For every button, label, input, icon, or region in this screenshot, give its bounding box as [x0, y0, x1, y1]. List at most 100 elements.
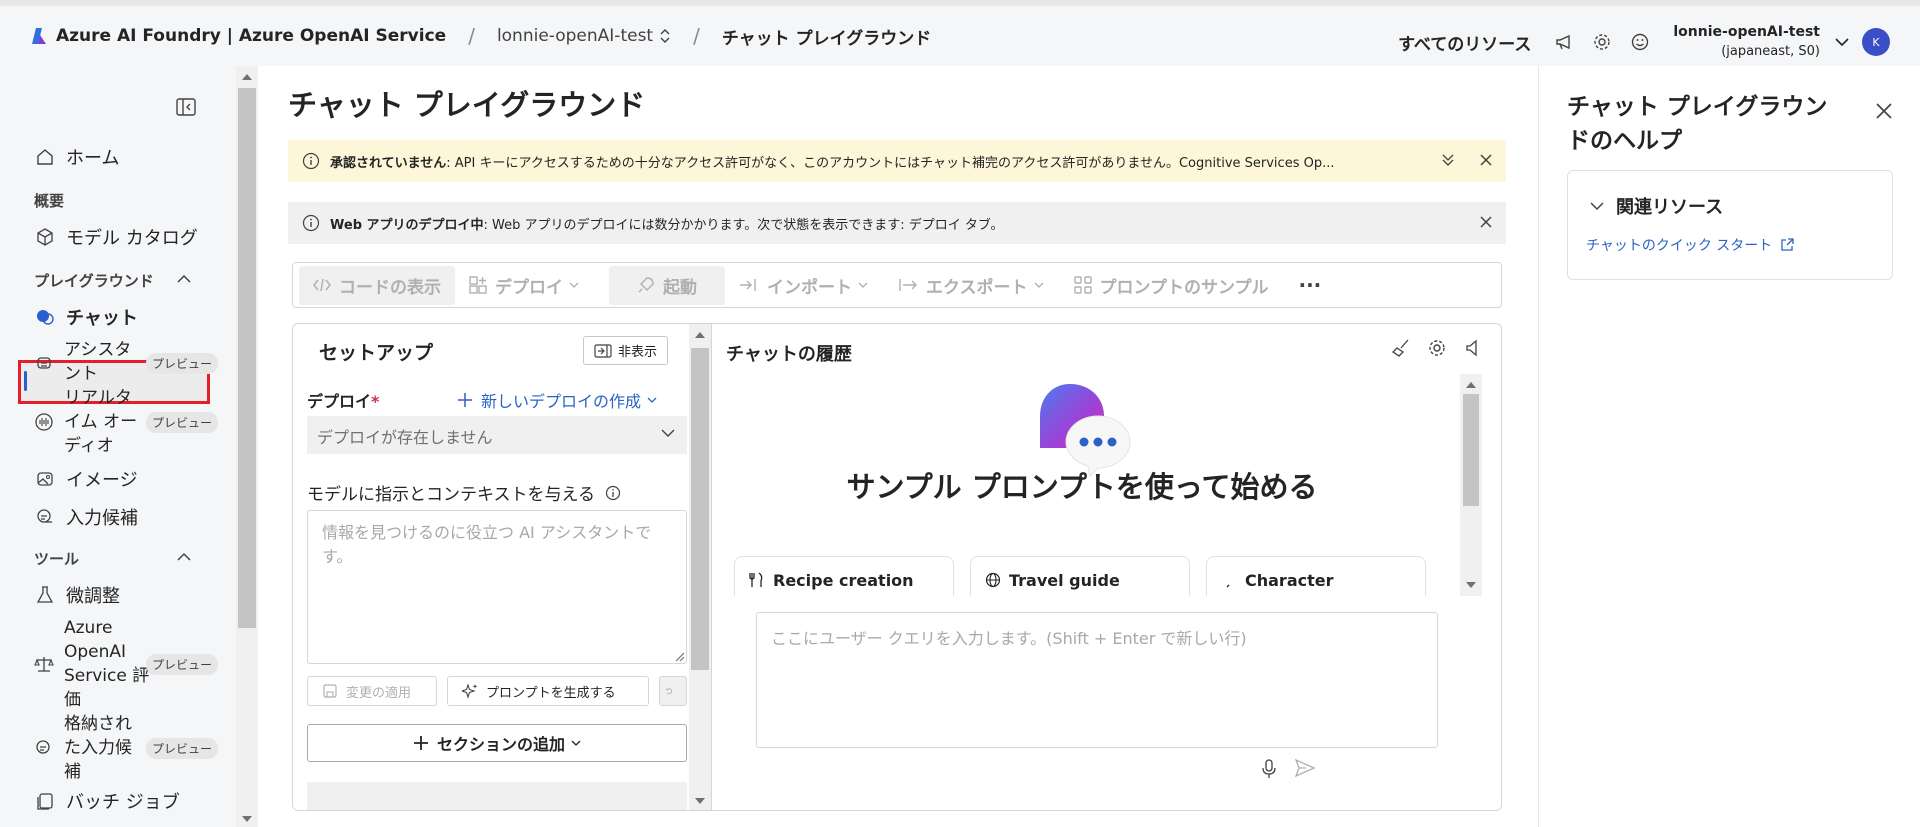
cube-icon: [34, 226, 56, 248]
all-resources-link[interactable]: すべてのリソース: [1398, 30, 1531, 55]
add-section-button[interactable]: セクションの追加: [307, 724, 687, 762]
reset-button[interactable]: [659, 676, 687, 706]
preview-badge: プレビュー: [146, 353, 219, 374]
chat-scrollbar-thumb[interactable]: [1463, 394, 1479, 506]
scroll-down-arrow-icon[interactable]: [241, 814, 253, 824]
sidebar-item-home[interactable]: ホーム: [34, 144, 119, 170]
apply-changes-button[interactable]: 変更の適用: [307, 676, 437, 706]
deployment-select[interactable]: デプロイが存在しません: [307, 416, 687, 454]
brand-title: Azure AI Foundry | Azure OpenAI Service: [56, 26, 447, 46]
launch-button[interactable]: 起動: [609, 265, 725, 305]
sidebar: ホーム 概要 モデル カタログ プレイグラウンド チャット アシスタ ント プレ…: [0, 66, 236, 827]
chevron-up-icon[interactable]: [176, 272, 192, 286]
hide-label: 非表示: [618, 345, 658, 360]
save-icon: [323, 684, 337, 698]
info-icon[interactable]: [605, 485, 621, 501]
sidebar-item-finetune[interactable]: 微調整: [34, 582, 120, 608]
related-resources-toggle[interactable]: 関連リソース: [1590, 193, 1723, 219]
sidebar-item-image[interactable]: イメージ: [34, 466, 138, 492]
speaker-icon[interactable]: [1463, 338, 1483, 362]
breadcrumb-separator: /: [693, 24, 700, 48]
sidebar-item-label: バッチ ジョブ: [66, 792, 180, 813]
batch-icon: [34, 790, 56, 812]
chevron-down-icon[interactable]: [1834, 34, 1850, 50]
system-message-input[interactable]: 情報を見つけるのに役立つ AI アシスタントです。: [307, 510, 687, 664]
create-deployment-link[interactable]: 新しいデプロイの作成: [457, 388, 657, 412]
rocket-icon: [638, 277, 654, 293]
sample-card-character[interactable]: Character: [1206, 556, 1426, 596]
collapse-sidebar-icon[interactable]: [176, 98, 196, 116]
sample-card-label: Character: [1245, 571, 1334, 590]
chat-pane: チャットの履歴 サンプル プロンプトを使って始める Recipe creatio…: [712, 323, 1502, 811]
sidebar-item-batch-jobs[interactable]: バッチ ジョブ: [34, 788, 180, 814]
chevron-down-icon: [569, 282, 579, 288]
sidebar-item-stored-completions[interactable]: 格納され た入力候 補: [64, 712, 132, 784]
sidebar-scrollbar-thumb[interactable]: [238, 88, 256, 628]
external-link-icon: [1781, 238, 1794, 251]
prompt-samples-button[interactable]: プロンプトのサンプル: [1073, 273, 1268, 298]
fork-knife-icon: [749, 572, 763, 587]
info-icon: [302, 214, 320, 232]
up-down-chevron-icon: [660, 29, 670, 43]
page-title: チャット プレイグラウンド: [288, 88, 646, 122]
scroll-up-arrow-icon[interactable]: [241, 72, 253, 82]
export-button[interactable]: エクスポート: [898, 273, 1044, 298]
setup-section-collapsed[interactable]: [307, 782, 687, 810]
stored-completions-icon: [36, 740, 50, 754]
scroll-down-arrow-icon[interactable]: [694, 796, 706, 806]
sidebar-section-tools[interactable]: ツール: [34, 548, 79, 569]
chat-quickstart-label: チャットのクイック スタート: [1586, 238, 1773, 254]
scroll-down-arrow-icon[interactable]: [1465, 580, 1477, 590]
sidebar-item-chat[interactable]: チャット: [34, 304, 138, 330]
close-icon[interactable]: [1478, 214, 1494, 230]
import-button[interactable]: インポート: [739, 273, 868, 298]
code-icon: [313, 278, 331, 292]
generate-prompt-button[interactable]: プロンプトを生成する: [447, 676, 649, 706]
sidebar-section-playground[interactable]: プレイグラウンド: [34, 270, 154, 291]
account-info[interactable]: lonnie-openAI-test (japaneast, S0): [1673, 23, 1820, 61]
send-icon[interactable]: [1294, 758, 1316, 778]
info-banner: Web アプリのデプロイ中: Web アプリのデプロイには数分かかります。次で状…: [288, 202, 1506, 244]
setup-scrollbar-thumb[interactable]: [691, 348, 709, 670]
more-options-button[interactable]: ···: [1298, 273, 1321, 297]
user-query-input[interactable]: ここにユーザー クエリを入力します。(Shift + Enter で新しい行): [756, 612, 1438, 748]
feedback-smiley-icon[interactable]: [1629, 31, 1651, 53]
announcement-icon[interactable]: [1553, 31, 1575, 53]
hide-button[interactable]: 非表示: [583, 336, 669, 365]
resize-handle-icon[interactable]: [673, 650, 685, 662]
avatar[interactable]: K: [1862, 28, 1890, 56]
deployment-label: デプロイ*: [307, 392, 380, 411]
brand[interactable]: Azure AI Foundry | Azure OpenAI Service: [30, 26, 446, 46]
sample-card-travel[interactable]: Travel guide: [970, 556, 1190, 596]
chevron-down-icon: [647, 397, 657, 403]
undo-icon: [665, 688, 672, 695]
preview-badge: プレビュー: [146, 654, 219, 675]
flask-icon: [34, 584, 56, 606]
scroll-up-arrow-icon[interactable]: [694, 330, 706, 340]
expand-double-chevron-icon[interactable]: [1440, 152, 1456, 168]
close-icon[interactable]: [1478, 152, 1494, 168]
account-region: (japaneast, S0): [1721, 44, 1820, 59]
scroll-up-arrow-icon[interactable]: [1465, 380, 1477, 390]
close-icon[interactable]: [1875, 102, 1893, 120]
microphone-icon[interactable]: [1260, 758, 1278, 780]
sidebar-item-completions[interactable]: 入力候補: [34, 504, 138, 530]
view-code-button[interactable]: コードの表示: [299, 265, 455, 305]
sidebar-item-label: チャット: [66, 308, 138, 329]
resource-switcher[interactable]: lonnie-openAI-test: [497, 26, 671, 46]
sidebar-item-evaluation[interactable]: Azure OpenAI Service 評 価: [64, 616, 149, 712]
grid-plus-icon: [469, 276, 487, 294]
empty-state-headline: サンプル プロンプトを使って始める: [846, 470, 1318, 504]
breadcrumb-separator: /: [468, 24, 475, 48]
settings-gear-icon[interactable]: [1591, 31, 1613, 53]
sidebar-item-model-catalog[interactable]: モデル カタログ: [34, 224, 198, 250]
chat-quickstart-link[interactable]: チャットのクイック スタート: [1586, 235, 1794, 255]
sidebar-item-assistant[interactable]: アシスタ ント: [64, 338, 131, 386]
sample-card-recipe[interactable]: Recipe creation: [734, 556, 954, 596]
chat-settings-gear-icon[interactable]: [1427, 338, 1447, 362]
preview-badge: プレビュー: [146, 412, 219, 433]
sidebar-item-realtime-audio[interactable]: リアルタ イム オー ディオ: [64, 386, 137, 458]
deploy-button[interactable]: デプロイ: [469, 273, 579, 298]
clear-chat-broom-icon[interactable]: [1391, 338, 1411, 362]
chevron-up-icon[interactable]: [176, 550, 192, 564]
